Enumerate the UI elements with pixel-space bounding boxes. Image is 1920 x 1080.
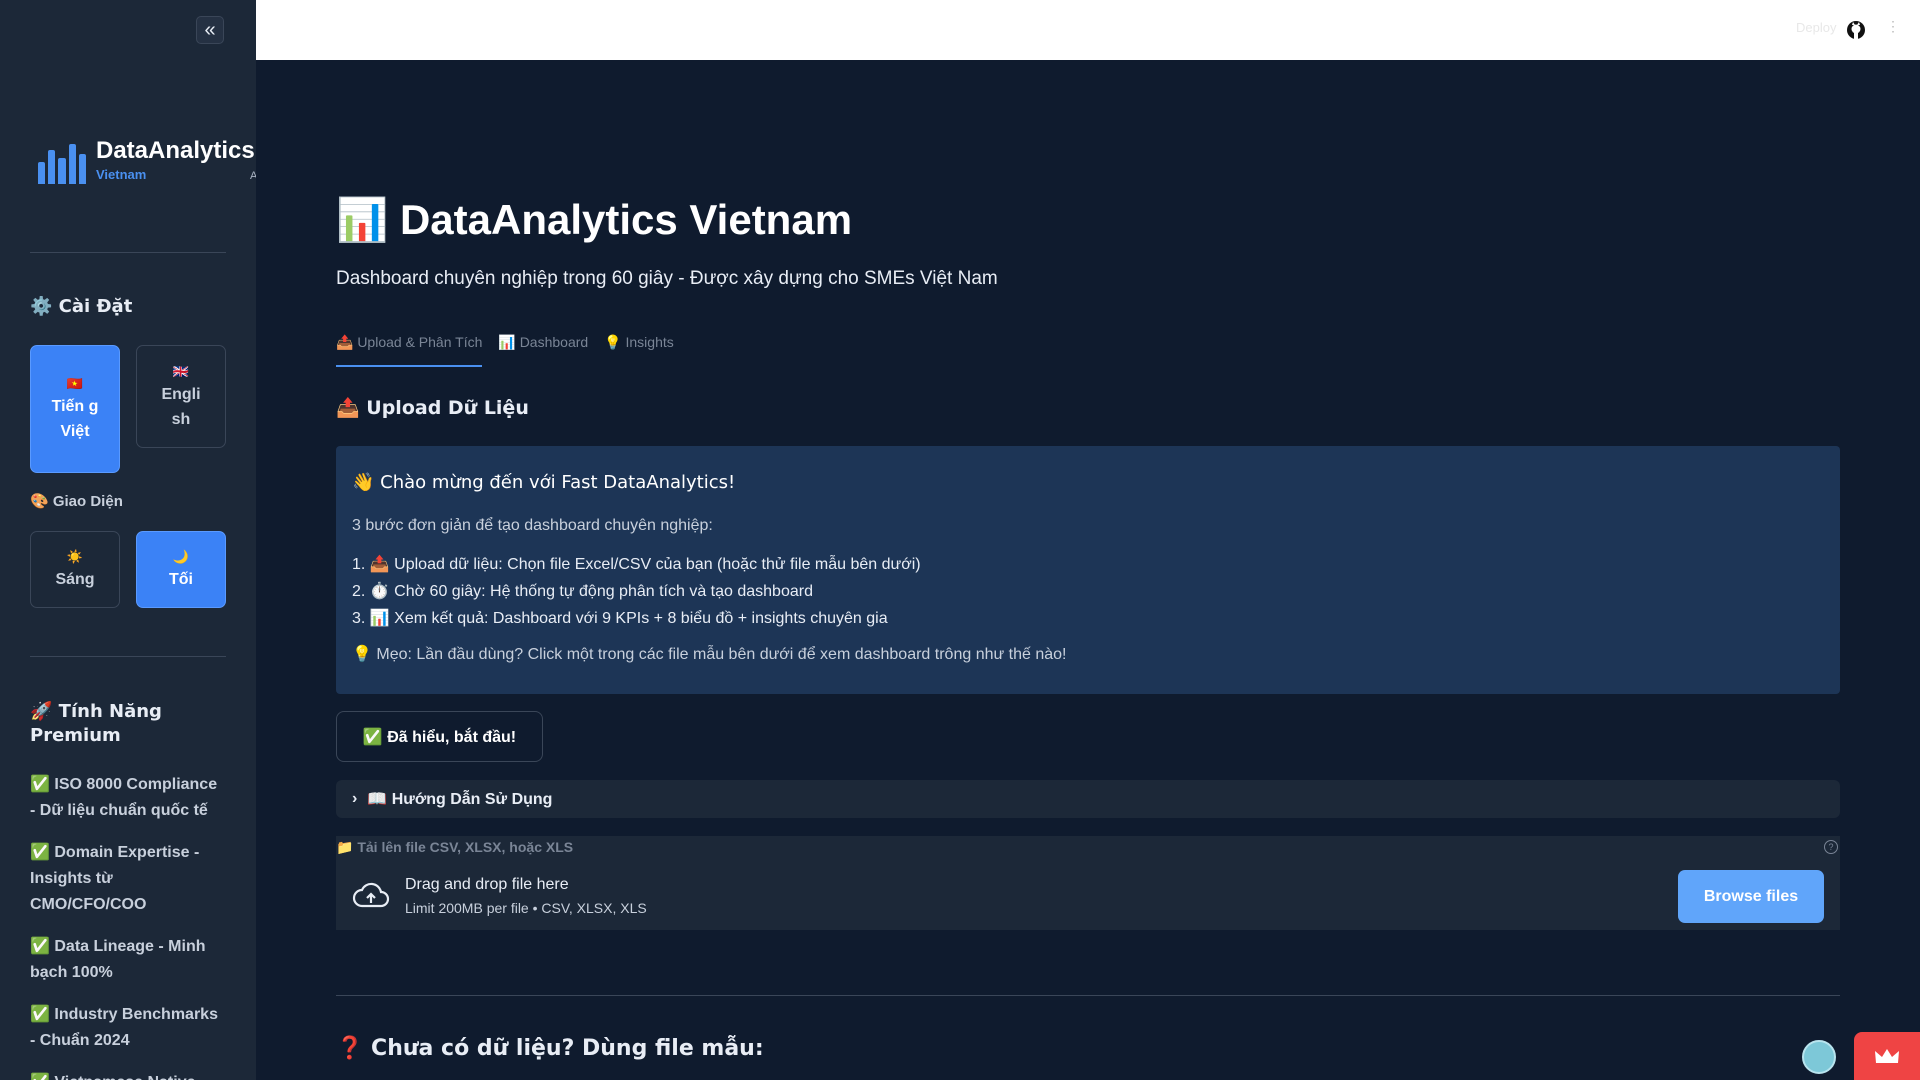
top-bar: Deploy ⋮ (256, 0, 1920, 60)
step-item: 3. 📊 Xem kết quả: Dashboard với 9 KPIs +… (352, 610, 888, 627)
sidebar-divider (30, 656, 226, 657)
guide-expander[interactable]: › 📖 Hướng Dẫn Sử Dụng (336, 780, 1840, 818)
feature-item: ✅ Data Lineage - Minh bạch 100% (30, 938, 206, 981)
avatar[interactable] (1802, 1040, 1836, 1074)
feature-item: ✅ ISO 8000 Compliance - Dữ liệu chuẩn qu… (30, 776, 218, 819)
feature-item: ✅ Domain Expertise - Insights từ CMO/CFO… (30, 844, 200, 913)
theme-label: Sáng (55, 571, 95, 588)
browse-files-button[interactable]: Browse files (1678, 870, 1824, 923)
crown-icon[interactable] (1854, 1032, 1920, 1080)
cloud-upload-icon (352, 882, 390, 908)
chevron-right-icon: › (352, 790, 358, 807)
tab-insights[interactable]: 💡 Insights (604, 334, 674, 367)
tab-bar: 📤 Upload & Phân Tích 📊 Dashboard 💡 Insig… (336, 334, 674, 367)
welcome-title: 👋 Chào mừng đến với Fast DataAnalytics! (352, 472, 736, 493)
settings-heading: ⚙️ Cài Đặt (30, 296, 133, 317)
drop-zone-text[interactable]: Drag and drop file here (405, 876, 569, 894)
file-limit-text: Limit 200MB per file • CSV, XLSX, XLS (405, 900, 647, 916)
feature-item: ✅ Industry Benchmarks - Chuẩn 2024 (30, 1006, 218, 1049)
theme-heading: 🎨 Giao Diện (30, 493, 123, 510)
welcome-tip: 💡 Mẹo: Lần đầu dùng? Click một trong các… (352, 646, 1067, 663)
got-it-start-button[interactable]: ✅ Đã hiểu, bắt đầu! (336, 711, 543, 762)
guide-expander-label: 📖 Hướng Dẫn Sử Dụng (367, 791, 553, 808)
double-chevron-left-icon: « (204, 19, 216, 41)
language-english-button[interactable]: 🇬🇧 Engli sh (136, 345, 226, 448)
language-label: Engli sh (161, 385, 201, 428)
premium-feature-list: ✅ ISO 8000 Compliance - Dữ liệu chuẩn qu… (30, 772, 226, 1080)
moon-icon: 🌙 (172, 549, 190, 564)
collapse-sidebar-button[interactable]: « (196, 16, 224, 44)
file-uploader: 📁 Tải lên file CSV, XLSX, hoặc XLS ? Dra… (336, 836, 1840, 930)
step-item: 1. 📤 Upload dữ liệu: Chọn file Excel/CSV… (352, 556, 921, 573)
deploy-button[interactable]: Deploy (1796, 20, 1836, 35)
help-icon[interactable]: ? (1824, 840, 1838, 854)
theme-label: Tối (169, 571, 193, 588)
uk-flag-icon: 🇬🇧 (172, 363, 190, 379)
sun-icon: ☀️ (66, 549, 84, 564)
sidebar-divider (30, 252, 226, 253)
main-menu-icon[interactable]: ⋮ (1886, 18, 1900, 35)
brand-extra: A (250, 170, 256, 182)
main-divider (336, 995, 1840, 996)
welcome-card: 👋 Chào mừng đến với Fast DataAnalytics! … (336, 446, 1840, 694)
page-subtitle: Dashboard chuyên nghiệp trong 60 giây - … (336, 268, 998, 289)
github-icon[interactable] (1844, 18, 1868, 42)
brand-title: DataAnalytics (96, 137, 255, 164)
theme-dark-button[interactable]: 🌙 Tối (136, 531, 226, 608)
theme-light-button[interactable]: ☀️ Sáng (30, 531, 120, 608)
sidebar: « DataAnalytics Vietnam A ⚙️ Cài Đặt 🇻🇳 … (0, 0, 256, 1080)
welcome-intro: 3 bước đơn giản để tạo dashboard chuyên … (352, 517, 713, 534)
brand-subtitle: Vietnam (96, 167, 147, 182)
page-title: 📊 DataAnalytics Vietnam (336, 196, 853, 243)
premium-heading: 🚀 Tính Năng Premium (30, 701, 162, 746)
language-label: Tiến g Việt (51, 398, 99, 440)
sample-files-heading: ❓ Chưa có dữ liệu? Dùng file mẫu: (336, 1036, 764, 1061)
bar-chart-logo-icon (38, 136, 87, 184)
tab-upload-analysis[interactable]: 📤 Upload & Phân Tích (336, 334, 483, 367)
language-vietnamese-button[interactable]: 🇻🇳 Tiến g Việt (30, 345, 120, 473)
uploader-label: 📁 Tải lên file CSV, XLSX, hoặc XLS (336, 839, 574, 855)
brand: DataAnalytics Vietnam (38, 136, 255, 184)
step-item: 2. ⏱️ Chờ 60 giây: Hệ thống tự động phân… (352, 583, 813, 600)
feature-item: ✅ Vietnamese Native (30, 1070, 226, 1080)
tab-dashboard[interactable]: 📊 Dashboard (498, 334, 588, 367)
upload-heading: 📤 Upload Dữ Liệu (336, 397, 529, 419)
vietnam-flag-icon: 🇻🇳 (66, 376, 84, 391)
steps-list: 1. 📤 Upload dữ liệu: Chọn file Excel/CSV… (352, 551, 1824, 632)
crown-icon (1875, 1049, 1899, 1063)
